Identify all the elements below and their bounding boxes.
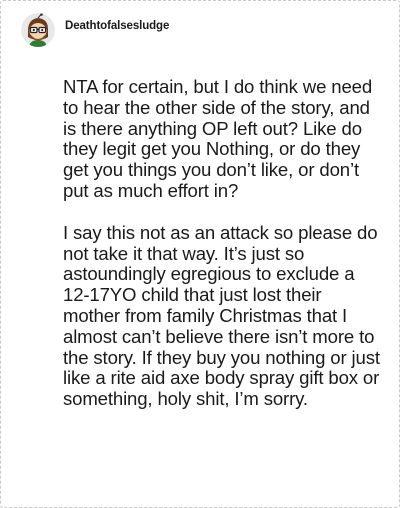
comment-header: Deathtofalsesludge (21, 13, 169, 47)
comment-paragraph-1: NTA for certain, but I do think we need … (63, 76, 373, 201)
comment-body: NTA for certain, but I do think we need … (63, 76, 381, 431)
comment-paragraph-2: I say this not as an attack so please do… (63, 221, 380, 410)
comment-card: Deathtofalsesludge NTA for certain, but … (0, 0, 400, 508)
snoo-avatar-icon[interactable] (21, 13, 55, 47)
username[interactable]: Deathtofalsesludge (65, 20, 169, 32)
